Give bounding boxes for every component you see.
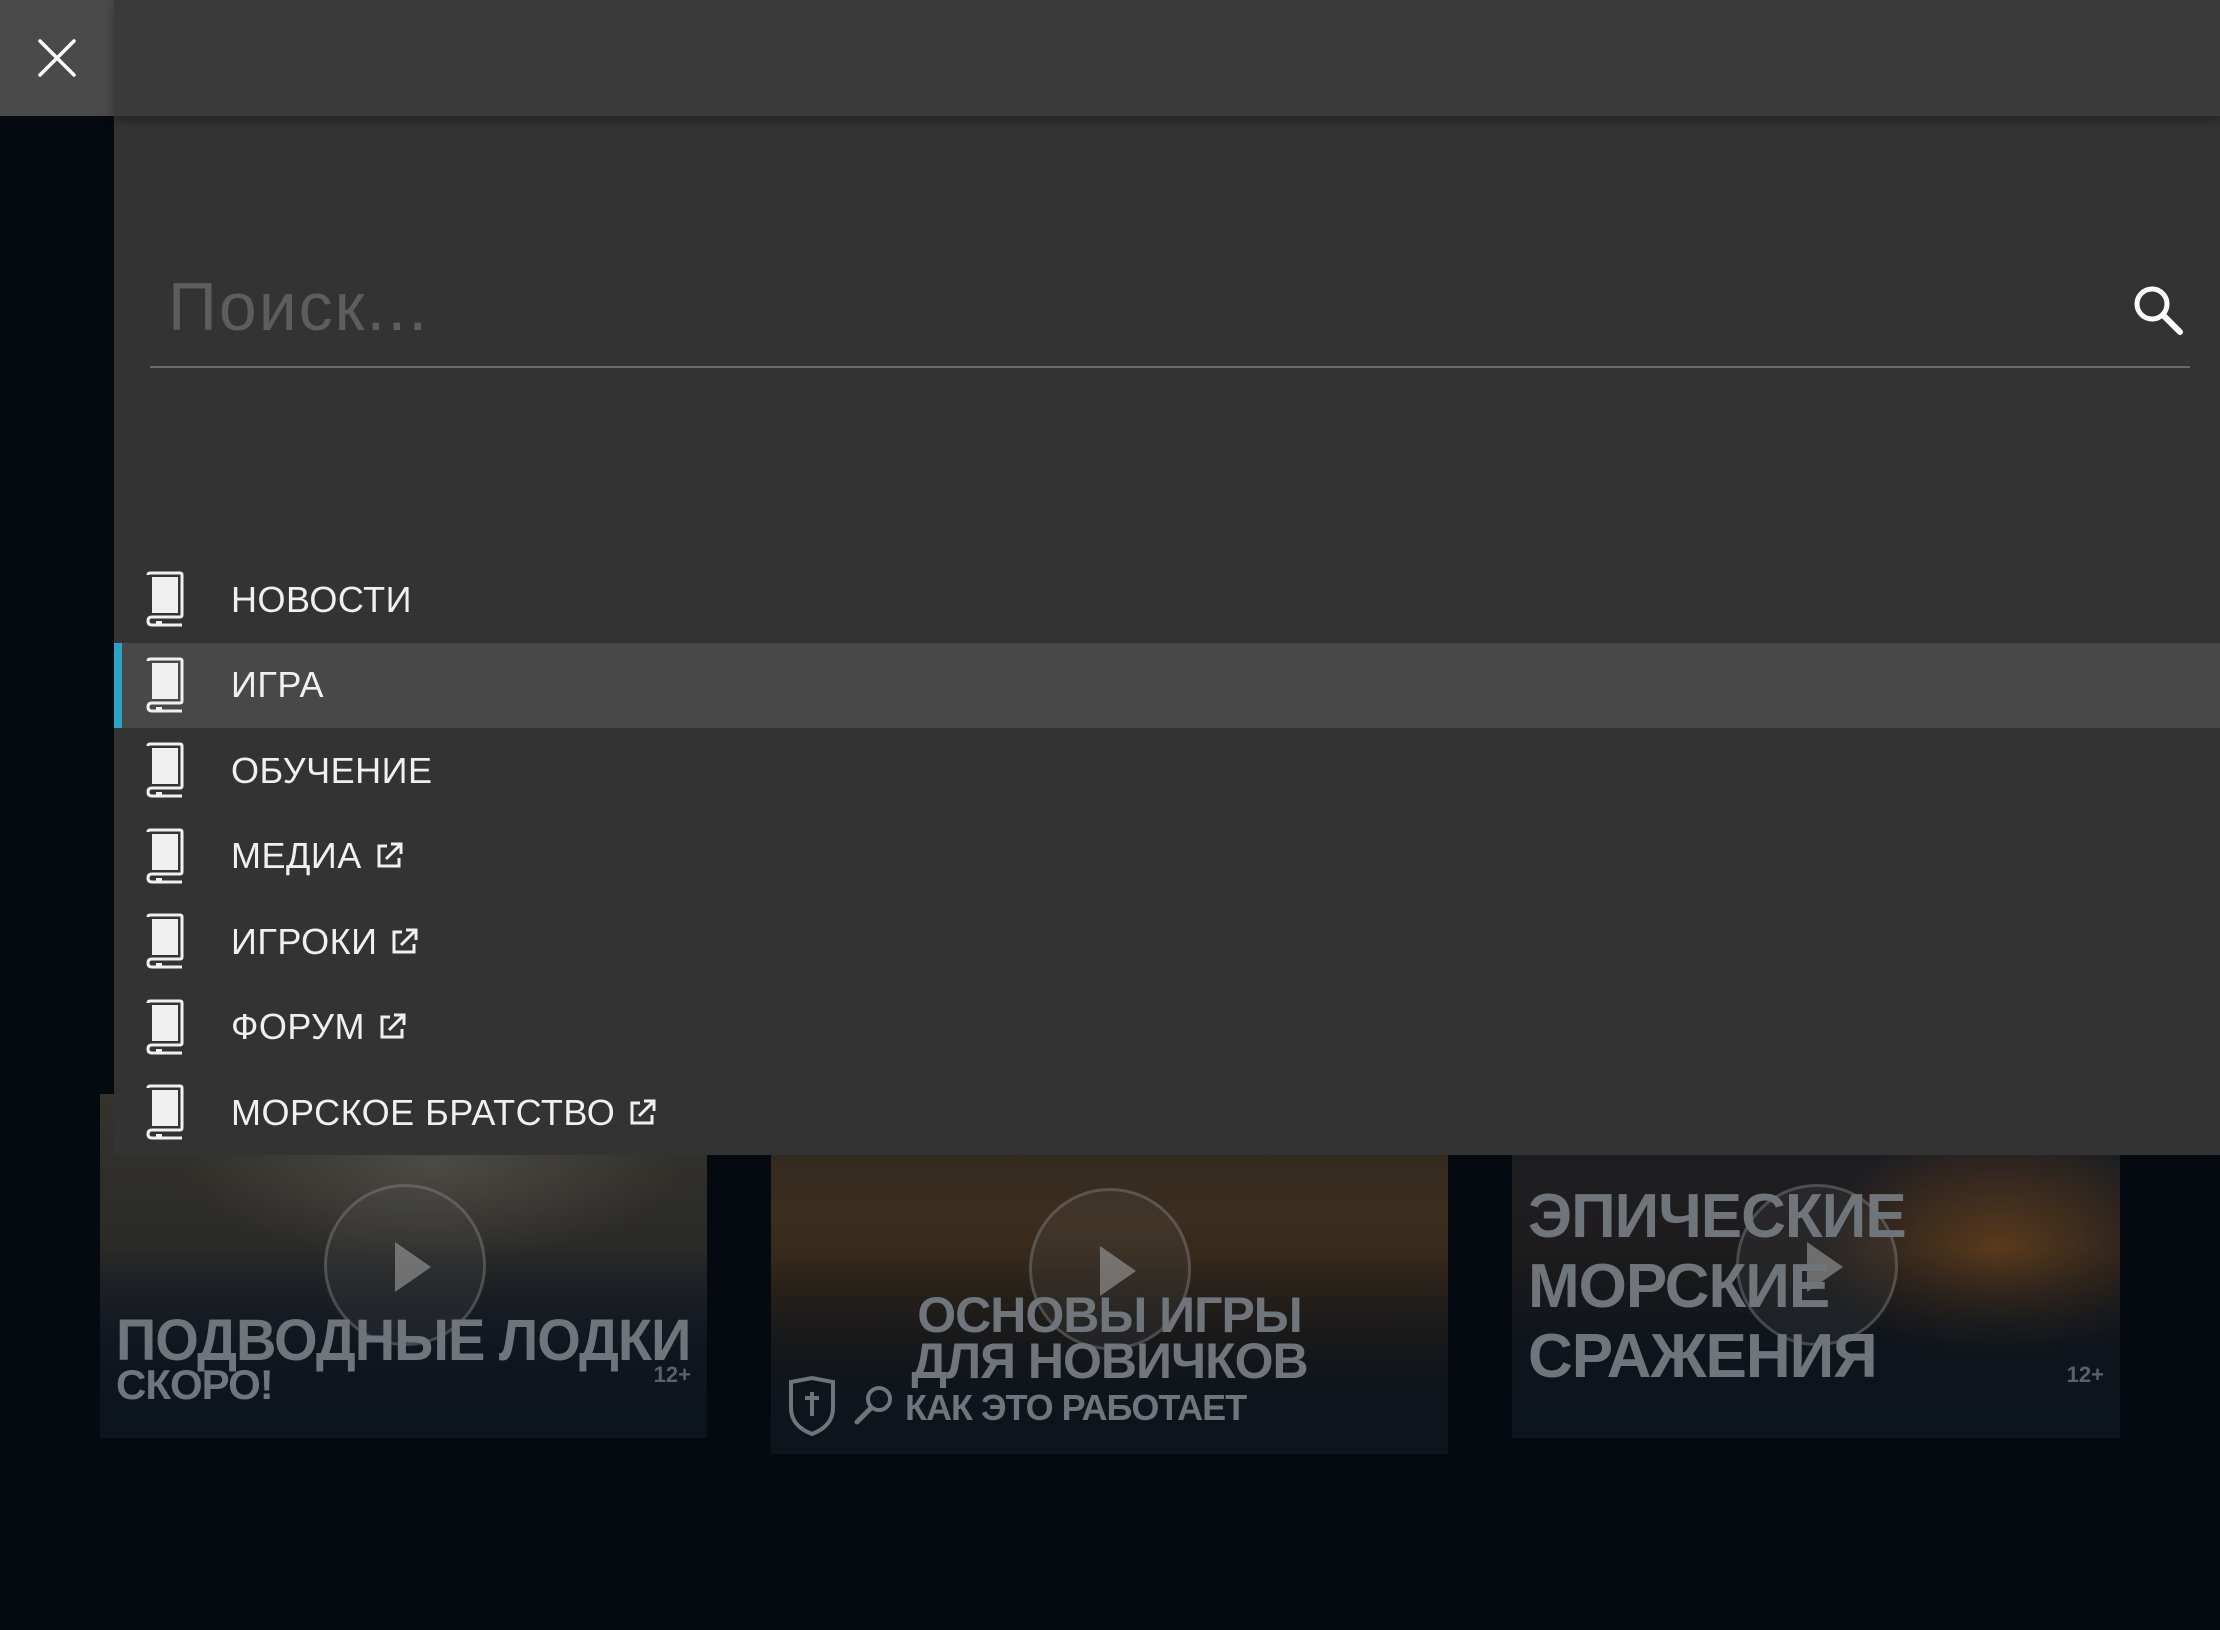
book-icon bbox=[146, 828, 184, 884]
external-link-icon bbox=[377, 842, 403, 868]
nav-item-label: НОВОСТИ bbox=[231, 578, 412, 620]
nav-item-label: МЕДИА bbox=[231, 814, 404, 900]
search-bar bbox=[150, 252, 2190, 368]
book-icon bbox=[146, 571, 184, 627]
nav-item-learning[interactable]: ОБУЧЕНИЕ bbox=[114, 728, 2220, 814]
top-bar bbox=[114, 0, 2220, 116]
book-icon bbox=[146, 742, 184, 798]
card-title: ЭПИЧЕСКИЕ bbox=[1528, 1182, 1907, 1251]
card-title-line3: СРАЖЕНИЯ bbox=[1528, 1322, 1878, 1391]
close-icon bbox=[38, 39, 76, 77]
nav-menu: НОВОСТИ ИГРА ОБУЧЕНИЕ МЕДИА ИГРОКИ ФОРУМ bbox=[114, 557, 2220, 1156]
age-rating-badge: 12+ bbox=[2066, 1362, 2104, 1387]
search-icon[interactable] bbox=[2130, 282, 2186, 338]
external-link-icon bbox=[392, 928, 418, 954]
search-input[interactable] bbox=[150, 262, 2110, 352]
book-icon bbox=[146, 1084, 184, 1140]
book-icon bbox=[146, 657, 184, 713]
nav-item-label: ОБУЧЕНИЕ bbox=[231, 749, 433, 791]
shield-icon bbox=[789, 1376, 835, 1436]
external-link-icon bbox=[630, 1099, 656, 1125]
magnifier-icon bbox=[854, 1386, 892, 1425]
card-title-line2: ДЛЯ НОВИЧКОВ bbox=[911, 1333, 1308, 1389]
external-link-icon bbox=[380, 1013, 406, 1039]
nav-item-players[interactable]: ИГРОКИ bbox=[114, 899, 2220, 985]
nav-item-game[interactable]: ИГРА bbox=[114, 642, 2220, 728]
nav-item-forum[interactable]: ФОРУМ bbox=[114, 985, 2220, 1071]
close-button[interactable] bbox=[0, 0, 114, 116]
nav-item-news[interactable]: НОВОСТИ bbox=[114, 557, 2220, 643]
age-rating-badge: 12+ bbox=[653, 1362, 691, 1387]
nav-item-media[interactable]: МЕДИА bbox=[114, 814, 2220, 900]
book-icon bbox=[146, 913, 184, 969]
card-subtitle: СКОРО! bbox=[116, 1361, 274, 1408]
nav-item-label: ФОРУМ bbox=[231, 985, 407, 1071]
nav-item-brotherhood[interactable]: МОРСКОЕ БРАТСТВО bbox=[114, 1070, 2220, 1156]
nav-item-label: ИГРА bbox=[231, 664, 324, 706]
book-icon bbox=[146, 999, 184, 1055]
nav-item-label: МОРСКОЕ БРАТСТВО bbox=[231, 1070, 657, 1156]
nav-item-label: ИГРОКИ bbox=[231, 899, 419, 985]
menu-panel: НОВОСТИ ИГРА ОБУЧЕНИЕ МЕДИА ИГРОКИ ФОРУМ bbox=[114, 0, 2220, 1155]
card-tagline: КАК ЭТО РАБОТАЕТ bbox=[905, 1387, 1247, 1428]
card-title-line2: МОРСКИЕ bbox=[1528, 1252, 1830, 1321]
